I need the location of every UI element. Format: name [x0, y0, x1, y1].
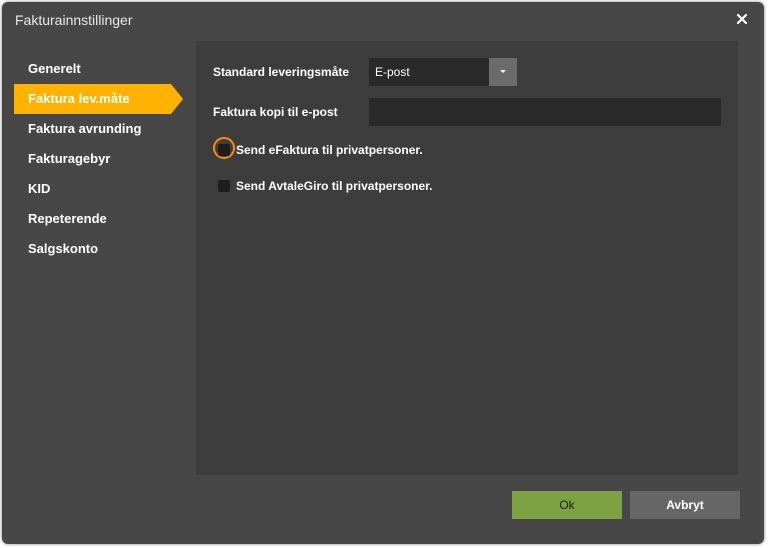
delivery-method-label: Standard leveringsmåte [213, 65, 350, 79]
sidebar-item-label: Repeterende [28, 211, 107, 226]
efaktura-checkbox[interactable] [218, 144, 230, 156]
chevron-down-icon[interactable] [489, 58, 517, 86]
sidebar-item-faktura-lev-mate[interactable]: Faktura lev.måte [14, 84, 183, 114]
delivery-method-select[interactable]: E-post [369, 58, 517, 86]
settings-panel: Standard leveringsmåte E-post Faktura ko… [196, 41, 738, 475]
dialog-title: Fakturainnstillinger [15, 12, 133, 28]
sidebar-item-label: Fakturagebyr [28, 151, 111, 166]
cancel-button[interactable]: Avbryt [630, 491, 740, 519]
copy-email-label: Faktura kopi til e-post [213, 105, 338, 119]
copy-email-input[interactable] [369, 98, 721, 126]
avtalegiro-checkbox[interactable] [218, 180, 230, 192]
sidebar-item-repeterende[interactable]: Repeterende [14, 204, 184, 234]
sidebar-item-label: KID [28, 181, 51, 196]
settings-dialog: Fakturainnstillinger Generelt Faktura le… [2, 2, 764, 544]
delivery-method-value: E-post [375, 65, 410, 79]
close-icon[interactable] [734, 11, 750, 27]
sidebar-item-kid[interactable]: KID [14, 174, 184, 204]
dialog-titlebar: Fakturainnstillinger [2, 2, 764, 38]
sidebar-item-faktura-avrunding[interactable]: Faktura avrunding [14, 114, 184, 144]
avtalegiro-label[interactable]: Send AvtaleGiro til privatpersoner. [236, 179, 433, 193]
sidebar-item-label: Faktura lev.måte [28, 91, 130, 106]
sidebar-item-label: Generelt [28, 61, 81, 76]
sidebar-item-label: Faktura avrunding [28, 121, 142, 136]
sidebar-item-fakturagebyr[interactable]: Fakturagebyr [14, 144, 184, 174]
settings-sidebar: Generelt Faktura lev.måte Faktura avrund… [14, 54, 184, 264]
efaktura-label[interactable]: Send eFaktura til privatpersoner. [236, 143, 423, 157]
sidebar-item-label: Salgskonto [28, 241, 99, 256]
sidebar-item-generelt[interactable]: Generelt [14, 54, 184, 84]
sidebar-item-salgskonto[interactable]: Salgskonto [14, 234, 184, 264]
ok-button[interactable]: Ok [512, 491, 622, 519]
